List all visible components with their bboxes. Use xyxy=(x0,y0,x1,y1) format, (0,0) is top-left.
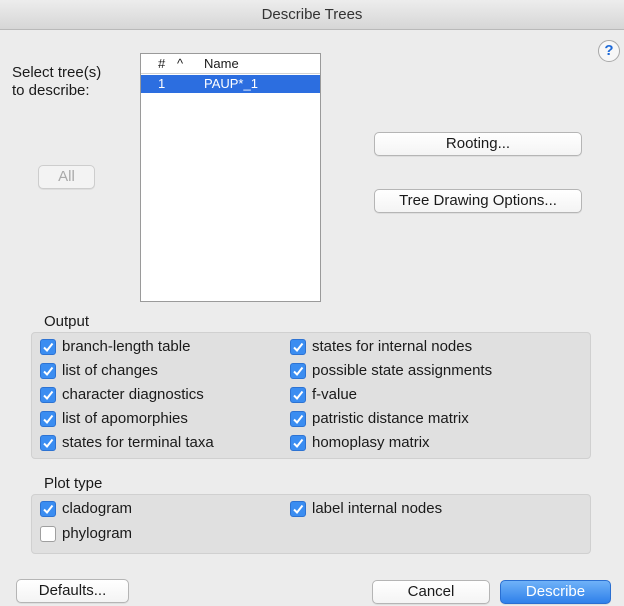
checkbox-label: list of apomorphies xyxy=(62,410,188,427)
checkbox-label: homoplasy matrix xyxy=(312,434,430,451)
checkmark-icon xyxy=(290,386,306,403)
f-value-checkbox[interactable]: f-value xyxy=(290,386,357,403)
checkbox-label: label internal nodes xyxy=(312,500,443,517)
tree-list-header: # ^ Name xyxy=(141,54,320,74)
states-for-internal-nodes-checkbox[interactable]: states for internal nodes xyxy=(290,338,472,355)
checkbox-label: list of changes xyxy=(62,362,158,379)
describe-button[interactable]: Describe xyxy=(500,580,611,604)
plot-type-title: Plot type xyxy=(44,475,103,492)
checkmark-icon xyxy=(40,362,56,379)
checkbox-label: character diagnostics xyxy=(62,386,204,403)
cancel-button[interactable]: Cancel xyxy=(372,580,490,604)
checkmark-icon xyxy=(40,500,56,517)
checkbox-label: patristic distance matrix xyxy=(312,410,469,427)
tree-list[interactable]: # ^ Name 1 PAUP*_1 xyxy=(140,53,321,302)
checkbox-label: possible state assignments xyxy=(312,362,493,379)
checkmark-icon xyxy=(290,410,306,427)
patristic-distance-matrix-checkbox[interactable]: patristic distance matrix xyxy=(290,410,469,427)
defaults-button[interactable]: Defaults... xyxy=(16,579,129,603)
select-label-line1: Select tree(s) xyxy=(12,64,102,81)
homoplasy-matrix-checkbox[interactable]: homoplasy matrix xyxy=(290,434,430,451)
checkbox-label: states for internal nodes xyxy=(312,338,473,355)
select-trees-label: Select tree(s) to describe: xyxy=(12,64,101,100)
label-internal-nodes-checkbox[interactable]: label internal nodes xyxy=(290,500,442,517)
column-name[interactable]: Name xyxy=(204,56,239,71)
possible-state-assignments-checkbox[interactable]: possible state assignments xyxy=(290,362,492,379)
output-title: Output xyxy=(44,313,90,330)
checkbox-label: states for terminal taxa xyxy=(62,434,214,451)
phylogram-checkbox[interactable]: phylogram xyxy=(40,525,132,542)
checkmark-icon xyxy=(290,434,306,451)
sort-ascending-icon[interactable]: ^ xyxy=(177,56,183,71)
states-for-terminal-taxa-checkbox[interactable]: states for terminal taxa xyxy=(40,434,214,451)
tree-drawing-options-button[interactable]: Tree Drawing Options... xyxy=(374,189,582,213)
rooting-button[interactable]: Rooting... xyxy=(374,132,582,156)
checkbox-label: f-value xyxy=(312,386,358,403)
tree-number: 1 xyxy=(158,76,166,91)
checkmark-icon xyxy=(40,386,56,403)
list-of-changes-checkbox[interactable]: list of changes xyxy=(40,362,158,379)
branch-length-table-checkbox[interactable]: branch-length table xyxy=(40,338,190,355)
cladogram-checkbox[interactable]: cladogram xyxy=(40,500,132,517)
column-number[interactable]: # xyxy=(158,56,165,71)
checkmark-icon xyxy=(40,410,56,427)
list-of-apomorphies-checkbox[interactable]: list of apomorphies xyxy=(40,410,188,427)
tree-name: PAUP*_1 xyxy=(204,76,258,91)
select-label-line2: to describe: xyxy=(12,82,90,99)
table-row[interactable]: 1 PAUP*_1 xyxy=(141,75,320,93)
help-icon[interactable]: ? xyxy=(598,40,620,62)
character-diagnostics-checkbox[interactable]: character diagnostics xyxy=(40,386,204,403)
checkmark-icon xyxy=(40,434,56,451)
checkmark-icon xyxy=(40,338,56,355)
window-title: Describe Trees xyxy=(0,0,624,30)
checkmark-icon xyxy=(290,362,306,379)
checkmark-icon xyxy=(290,500,306,517)
checkmark-icon xyxy=(290,338,306,355)
all-button[interactable]: All xyxy=(38,165,95,189)
checkbox-label: cladogram xyxy=(62,500,133,517)
checkbox-label: phylogram xyxy=(62,525,133,542)
checkbox-label: branch-length table xyxy=(62,338,191,355)
empty-checkbox-icon xyxy=(40,525,56,542)
